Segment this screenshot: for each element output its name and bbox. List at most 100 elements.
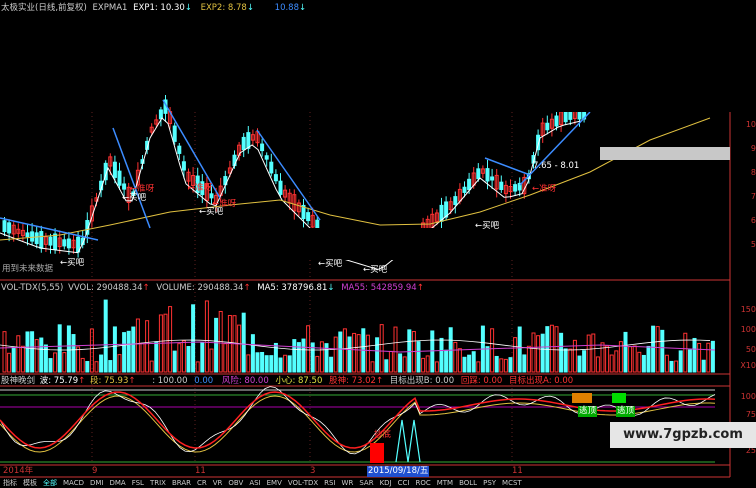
candle-body (490, 176, 495, 181)
chart-title: 太极实业(日线,前复权) (1, 3, 87, 13)
volume-bar (89, 328, 94, 373)
future-data-note: 用到未来数据 (2, 264, 54, 274)
volume-bar (508, 357, 513, 373)
signal-bar: 股神晚剑 波: 75.79↑ 段: 75.93↑ : 100.00 0.00 风… (1, 376, 573, 387)
volume-bar (375, 337, 380, 373)
volume-bar (595, 356, 600, 373)
candle-body (30, 231, 35, 242)
arrow-up-icon: ↑ (416, 283, 424, 293)
volume-bar (628, 346, 633, 373)
candle-body (39, 231, 44, 249)
volume-bar (71, 334, 76, 373)
escape-top-label: 逃顶 (578, 406, 598, 417)
volume-bar (80, 357, 85, 373)
volume-bar (444, 349, 449, 373)
volume-bar (614, 350, 619, 373)
volume-bar (204, 300, 209, 373)
candle-body (122, 183, 127, 190)
buy-label: ←买吧 (60, 258, 85, 268)
target-b-value: 目标出现B: 0.00 (389, 376, 455, 386)
volume-bar (476, 361, 481, 373)
volume-value: VOLUME: 290488.34 (156, 283, 244, 293)
volume-bar (660, 329, 665, 373)
volume-bar (11, 346, 16, 373)
candle-body (48, 236, 53, 246)
volume-bar (214, 317, 219, 373)
volume-bar (306, 325, 311, 373)
volume-bar (186, 346, 191, 373)
volume-bar (407, 329, 412, 373)
volume-bar (572, 339, 577, 373)
volume-bar (338, 331, 343, 373)
volume-bar (94, 361, 99, 373)
ma55-value: MA55: 542859.94 (341, 283, 417, 293)
volume-bar (462, 356, 467, 373)
volume-bar (701, 359, 706, 373)
volume-bar (365, 334, 370, 373)
volume-bar (112, 326, 117, 373)
signal-name[interactable]: 股神晚剑 (1, 376, 35, 386)
arrow-up-icon: ↑ (243, 283, 251, 293)
price-range-label: 7.65 - 8.01 (533, 161, 580, 171)
candle-body (462, 186, 467, 193)
volume-bar (53, 352, 58, 373)
volume-bar (513, 337, 518, 373)
volume-bar (269, 355, 274, 373)
volume-bar (641, 354, 646, 373)
exp3-value: 10.88 (274, 3, 299, 13)
osc-white-line (0, 386, 716, 455)
selected-date[interactable]: 2015/09/18/五 (367, 466, 430, 477)
volume-bar (393, 326, 398, 373)
volume-bar (7, 352, 12, 373)
candle-body (306, 212, 311, 222)
arrow-up-icon: ↑ (142, 283, 150, 293)
candle-body (241, 136, 246, 151)
volume-bar (356, 334, 361, 373)
volume-bar (591, 333, 596, 373)
candle-body (467, 178, 472, 191)
candle-body (260, 143, 265, 152)
volume-bar (16, 335, 21, 373)
volume-bar (600, 342, 605, 373)
volume-bar (85, 361, 90, 373)
volume-bar (568, 348, 573, 373)
arrow-down-icon: ↓ (299, 3, 307, 13)
volume-bar (637, 351, 642, 373)
value-100: : 100.00 (152, 376, 188, 386)
volume-bar (651, 325, 656, 373)
candle-body (7, 222, 12, 234)
candle-body (563, 111, 568, 123)
volume-bar (57, 324, 62, 373)
volume-bar (692, 337, 697, 373)
volume-indicator-title[interactable]: VOL-TDX(5,55) (1, 283, 63, 293)
osc-yellow-line (0, 395, 716, 453)
date-axis: 2014年 9 11 3 2015/09/18/五 11 (0, 466, 730, 477)
candle-body (485, 168, 490, 182)
volume-bar (683, 332, 688, 373)
volume-bar (503, 358, 508, 373)
buy-label: ←买吧 (318, 259, 343, 269)
indicator-tabs: 指标 模板 全部 MACD DMI DMA FSL TRIX BRAR CR VR OBV ASI EMV… (0, 478, 756, 487)
volume-bar (191, 304, 196, 373)
volume-bar (434, 361, 439, 373)
volume-bar (517, 326, 522, 373)
volume-bar (609, 354, 614, 373)
candle-body (269, 161, 274, 174)
volume-bar (287, 355, 292, 373)
volume-bar (315, 355, 320, 373)
volume-bar (536, 335, 541, 373)
date-month: 3 (310, 466, 316, 476)
volume-bar (117, 354, 122, 373)
volume-bar (563, 348, 568, 373)
volume-bar (388, 350, 393, 373)
volume-bar (20, 345, 25, 373)
price-axis: 10 9 8 7 6 5 (745, 120, 756, 249)
candle-body (66, 238, 71, 249)
volume-bar (549, 324, 554, 373)
candle-body (476, 168, 481, 180)
volume-bar (154, 341, 159, 373)
candle-body (62, 239, 67, 247)
volume-bar (655, 326, 660, 373)
indicator-name[interactable]: EXPMA1 (93, 3, 128, 13)
date-month: 11 (512, 466, 523, 476)
